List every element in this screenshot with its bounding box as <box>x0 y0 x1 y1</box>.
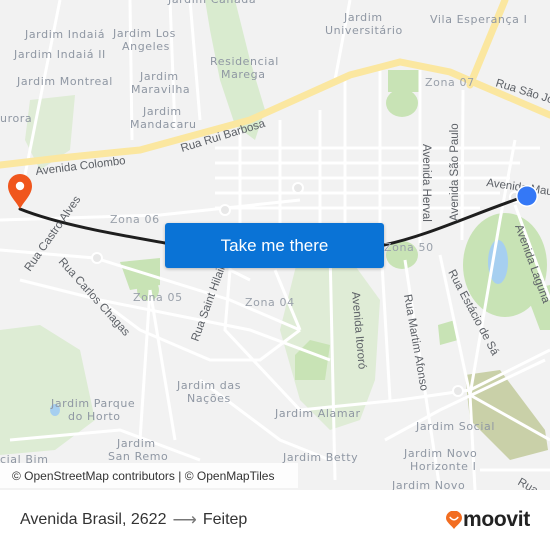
route-summary: Avenida Brasil, 2622 ⟶ Feitep <box>20 510 247 530</box>
street-label: Avenida São Paulo <box>449 123 461 221</box>
place-label: Jardim Alamar <box>274 407 361 420</box>
arrow-right-icon: ⟶ <box>172 510 197 529</box>
zone-label: Zona 07 <box>425 76 475 89</box>
place-label: Jardim Indaiá <box>24 28 105 41</box>
origin-label: Avenida Brasil, 2622 <box>20 511 167 528</box>
moovit-logo[interactable]: moovit <box>445 508 530 532</box>
place-label: Mandacaru <box>130 118 197 131</box>
place-label: Marega <box>221 68 266 81</box>
place-label: Jardim Novo <box>391 479 465 490</box>
take-me-there-button[interactable]: Take me there <box>165 223 384 268</box>
place-label: Jardim Canadá <box>167 0 256 6</box>
place-label: Jardim Montreal <box>16 75 113 88</box>
street-label: Avenida Herval <box>420 144 432 222</box>
place-label: Jardim <box>343 11 383 24</box>
place-label: Jardim Novo <box>403 447 477 460</box>
destination-label: Feitep <box>202 511 248 528</box>
street-label: Rua Martim Afonso <box>401 293 430 391</box>
place-label: Residencial <box>210 55 279 68</box>
map-view[interactable]: Jardim Canadá Jardim Indaiá Jardim Los A… <box>0 0 550 490</box>
place-label: Vila Esperança I <box>430 13 527 26</box>
place-label: Jardim Parque <box>50 397 135 410</box>
place-label: Angeles <box>122 40 170 53</box>
zone-label: Zona 05 <box>133 291 183 304</box>
brand-name: moovit <box>462 508 530 531</box>
moovit-pin-icon <box>445 510 462 529</box>
place-label: do Horto <box>68 410 121 423</box>
place-label: Maravilha <box>131 83 190 96</box>
place-label: urora <box>0 112 32 125</box>
zone-label: Zona 04 <box>245 296 295 309</box>
street-label: Rua <box>516 476 541 490</box>
place-label: Jardim <box>116 437 156 450</box>
place-label: Jardim Social <box>415 420 495 433</box>
blue-dot-icon[interactable] <box>516 185 538 207</box>
street-label: Rua Castro Alves <box>23 194 84 274</box>
place-label: Jardim Los <box>112 27 176 40</box>
zone-label: Zona 06 <box>110 213 160 226</box>
place-label: Universitário <box>325 24 403 37</box>
zone-label: Zona 50 <box>384 241 434 254</box>
place-label: San Remo <box>108 450 168 463</box>
place-label: Jardim <box>139 70 179 83</box>
place-label: Nações <box>187 392 231 405</box>
map-pin-icon[interactable] <box>8 174 32 209</box>
place-label: Jardim das <box>176 379 241 392</box>
place-label: Horizonte I <box>410 460 476 473</box>
map-attribution: © OpenStreetMap contributors | © OpenMap… <box>0 463 298 488</box>
place-label: Jardim Indaiá II <box>13 48 106 61</box>
street-label: Rua Carlos Chagas <box>56 256 132 339</box>
place-label: Jardim <box>142 105 182 118</box>
footer: Avenida Brasil, 2622 ⟶ Feitep moovit <box>0 490 550 550</box>
